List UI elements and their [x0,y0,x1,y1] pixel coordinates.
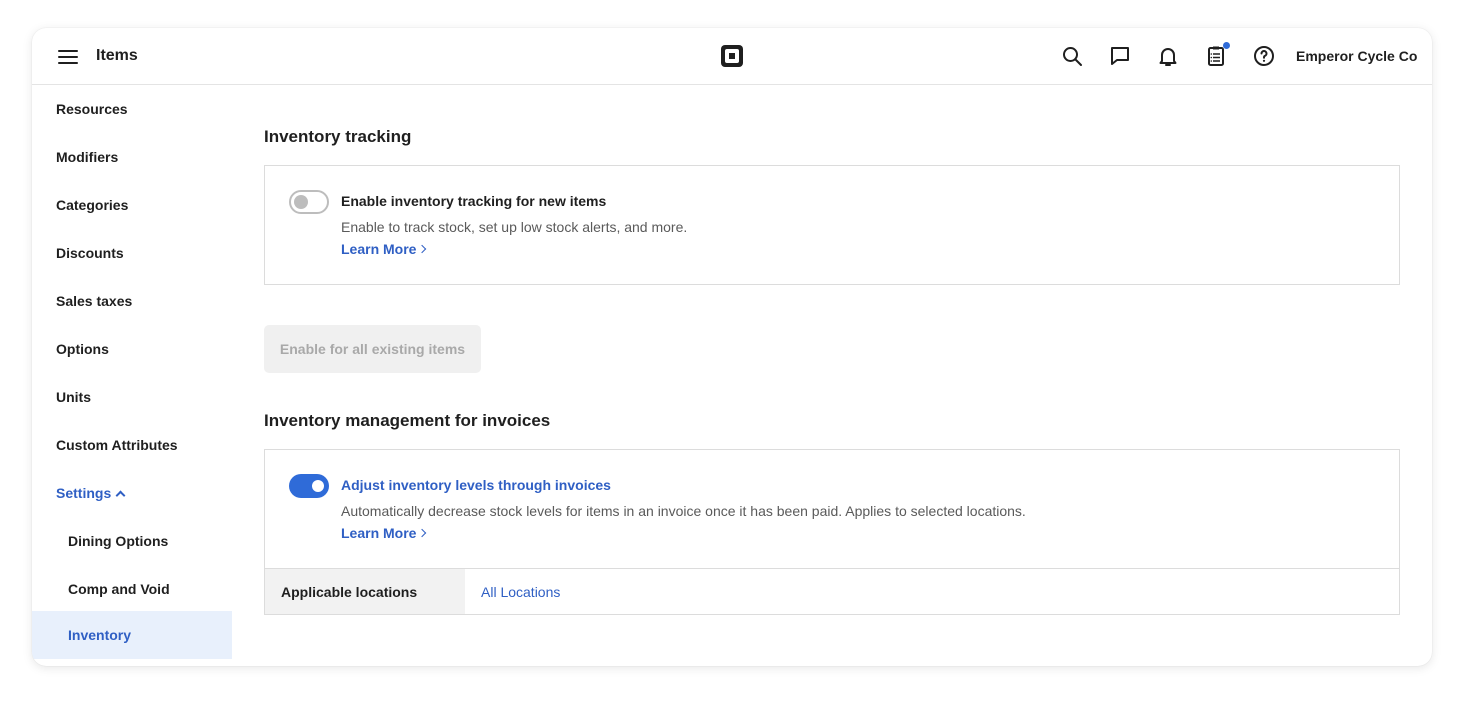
sidebar-item-settings[interactable]: Settings [32,469,232,517]
invoice-option-title[interactable]: Adjust inventory levels through invoices [341,477,611,493]
invoice-inventory-toggle[interactable] [289,474,329,498]
learn-more-link[interactable]: Learn More [341,525,427,541]
applicable-locations-row: Applicable locations All Locations [265,568,1399,614]
sidebar-item-dining-options[interactable]: Dining Options [32,517,232,565]
sidebar-item-comp-and-void[interactable]: Comp and Void [32,565,232,613]
sidebar-item-custom-attributes[interactable]: Custom Attributes [32,421,232,469]
enable-all-existing-button[interactable]: Enable for all existing items [264,325,481,373]
square-logo-icon[interactable] [720,44,744,68]
sidebar-item-label: Settings [56,485,112,501]
top-bar: Items Emperor Cycle Co [32,28,1432,85]
notification-dot [1223,42,1230,49]
learn-more-link[interactable]: Learn More [341,241,427,257]
all-locations-link[interactable]: All Locations [465,569,560,614]
learn-more-label: Learn More [341,241,417,257]
clipboard-icon[interactable] [1204,42,1230,68]
sidebar-item-options[interactable]: Options [32,325,232,373]
inventory-tracking-toggle[interactable] [289,190,329,214]
sidebar-item-sales-taxes[interactable]: Sales taxes [32,277,232,325]
sidebar-item-inventory[interactable]: Inventory [32,611,232,659]
inventory-tracking-card: Enable inventory tracking for new items … [264,165,1400,285]
chevron-right-icon [418,244,427,254]
account-name[interactable]: Emperor Cycle Co [1296,48,1417,64]
invoice-management-title: Inventory management for invoices [264,411,551,430]
sidebar-item-discounts[interactable]: Discounts [32,229,232,277]
messages-icon[interactable] [1108,44,1132,68]
sidebar-item-units[interactable]: Units [32,373,232,421]
inventory-tracking-option-desc: Enable to track stock, set up low stock … [341,219,688,235]
page-title: Items [96,47,138,64]
help-icon[interactable] [1252,44,1276,68]
invoice-option-desc: Automatically decrease stock levels for … [341,503,1026,519]
bell-icon[interactable] [1156,44,1180,68]
invoice-management-card: Adjust inventory levels through invoices… [264,449,1400,615]
chevron-up-icon [115,490,126,500]
sidebar-item-modifiers[interactable]: Modifiers [32,133,232,181]
sidebar: Resources Modifiers Categories Discounts… [32,85,232,666]
app-window: Items Emperor Cycle Co Resources Modifie… [32,28,1432,666]
menu-icon[interactable] [56,45,80,69]
chevron-right-icon [418,528,427,538]
search-icon[interactable] [1060,44,1084,68]
learn-more-label: Learn More [341,525,417,541]
inventory-tracking-option-title: Enable inventory tracking for new items [341,193,607,209]
inventory-tracking-title: Inventory tracking [264,127,412,146]
toggle-knob [312,480,324,492]
sidebar-item-categories[interactable]: Categories [32,181,232,229]
toggle-knob [294,195,308,209]
sidebar-item-resources[interactable]: Resources [32,85,232,133]
applicable-locations-label: Applicable locations [265,569,465,614]
